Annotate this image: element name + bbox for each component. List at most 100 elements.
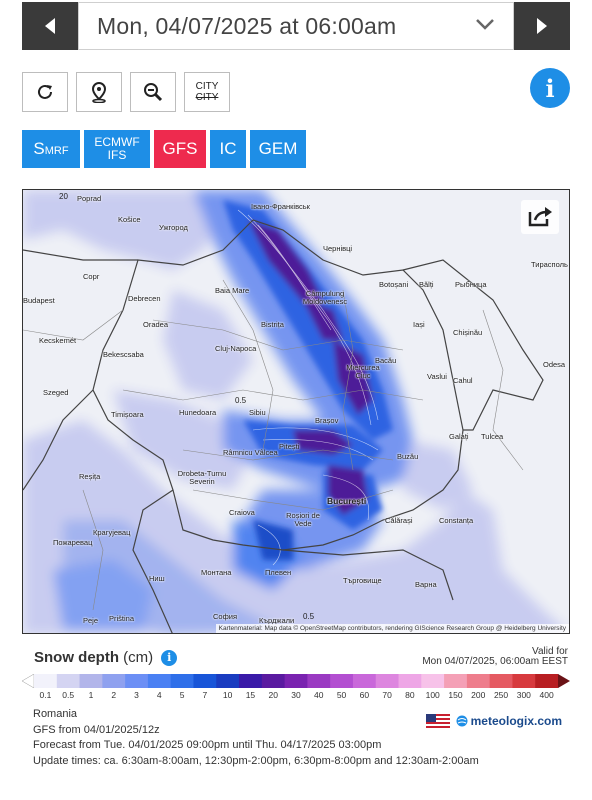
scale-swatch: [284, 674, 308, 688]
city-label: Râmnicu Vâlcea: [223, 448, 278, 457]
scale-swatch: [56, 674, 81, 688]
scale-swatch: [34, 674, 58, 688]
valid-for-value: Mon 04/07/2025, 06:00am EEST: [422, 656, 568, 667]
scale-tick-label: 20: [268, 690, 278, 700]
refresh-button[interactable]: [22, 72, 68, 112]
scale-tick-label: 200: [471, 690, 486, 700]
globe-icon: [456, 715, 468, 727]
contour-label: 0.5: [303, 612, 315, 621]
scale-swatch: [216, 674, 240, 688]
scale-swatch: [512, 674, 536, 688]
zoom-out-icon: [144, 83, 163, 102]
city-label: Hunedoara: [179, 408, 217, 417]
city-label: Roșiori de Vede: [286, 511, 320, 528]
city-label: Constanța: [439, 516, 474, 525]
city-label: Craiova: [229, 508, 255, 517]
city-label: Câmpulung Moldovenesc: [302, 289, 348, 306]
zoom-out-button[interactable]: [130, 72, 176, 112]
forecast-range-text: Forecast from Tue. 04/01/2025 09:00pm un…: [33, 739, 382, 751]
city-label: Tulcea: [481, 432, 504, 441]
snow-depth-map[interactable]: 20 0.5 0.5 Poprad Košice Ужгород Івано-Ф…: [22, 189, 570, 634]
scale-tick-label: 50: [336, 690, 347, 700]
date-select[interactable]: Mon, 04/07/2025 at 06:00am: [78, 2, 514, 50]
city-label: Чернівці: [323, 244, 353, 253]
meteologix-logo[interactable]: meteologix.com: [456, 714, 562, 728]
us-flag-icon[interactable]: [425, 714, 450, 728]
city-label: Priština: [109, 614, 135, 623]
model-run-text: GFS from 04/01/2025/12z: [33, 723, 160, 736]
city-label: Cahul: [453, 376, 473, 385]
model-tab-label: GEM: [258, 139, 298, 158]
model-tab-label-2: IFS: [107, 148, 127, 162]
city-label: Szeged: [43, 388, 69, 397]
forecast-info: Romania GFS from 04/01/2025/12z Forecast…: [33, 707, 479, 769]
model-tab-label: SMRF: [33, 139, 69, 158]
city-label: Drobeta-Turnu Severin: [177, 469, 227, 486]
scale-tick-label: 40: [314, 690, 324, 700]
city-label: Pitești: [279, 442, 300, 451]
city-label: București: [327, 496, 367, 506]
scale-swatch: [352, 674, 377, 688]
scale-tick-label: 2: [111, 690, 117, 700]
model-tab-smrf[interactable]: SMRF: [22, 130, 80, 168]
scale-tick-label: 80: [405, 690, 415, 700]
scale-tick-label: 400: [539, 690, 554, 700]
scale-swatch: [261, 674, 286, 688]
city-label: Botoșani: [379, 280, 409, 289]
city-label: Ниш: [149, 574, 165, 583]
city-label: Тирасполь: [531, 260, 568, 269]
model-tab-gem[interactable]: GEM: [250, 130, 306, 168]
model-tab-ecmwf[interactable]: ECMWF IFS: [84, 130, 150, 168]
scale-swatch: [535, 674, 559, 688]
city-label: Bacău: [375, 356, 397, 365]
scale-tick-label: 1: [88, 690, 94, 700]
model-tabs: SMRF ECMWF IFS GFS IC GEM: [22, 130, 306, 168]
scale-swatch: [489, 674, 513, 688]
model-tab-ic[interactable]: IC: [210, 130, 246, 168]
scale-tick-label: 70: [382, 690, 392, 700]
date-label: Mon, 04/07/2025 at 06:00am: [97, 12, 397, 39]
model-tab-label: GFS: [162, 139, 198, 158]
city-label: Cluj-Napoca: [215, 344, 257, 353]
valid-for: Valid for Mon 04/07/2025, 06:00am EEST: [422, 647, 568, 667]
map-canvas: [23, 190, 569, 633]
scale-tick-label: 100: [425, 690, 440, 700]
model-tab-gfs[interactable]: GFS: [154, 130, 206, 168]
legend-info-icon[interactable]: i: [161, 649, 178, 666]
scale-swatch: [193, 674, 217, 688]
legend-unit: (cm): [123, 649, 154, 666]
city-label: Oradea: [143, 320, 169, 329]
arrow-right-icon: [537, 18, 547, 34]
scale-swatch: [421, 674, 445, 688]
scale-swatch: [79, 674, 103, 688]
city-label: Baia Mare: [215, 286, 250, 295]
location-button[interactable]: [76, 72, 122, 112]
city-label: Košice: [118, 215, 141, 224]
city-label: Монтана: [201, 568, 232, 577]
scale-tick-label: 0.1: [39, 690, 52, 700]
scale-tick-label: 30: [291, 690, 301, 700]
city-label: Miercurea Ciuc: [346, 363, 380, 380]
map-attribution: Kartenmaterial: Map data © OpenStreetMap…: [215, 624, 569, 633]
previous-date-button[interactable]: [22, 2, 78, 50]
city-toggle-button[interactable]: CITY CITY: [184, 72, 230, 112]
city-label: Крагујевац: [93, 528, 131, 537]
city-label: Budapest: [23, 296, 55, 305]
city-label: Buzău: [397, 452, 419, 461]
city-label: София: [213, 612, 238, 621]
color-scale-ticks: 0.1 0.5 1 2 3 4 5 7 10 15 20 30 40 50 60 70 80 100 150 200 2…: [22, 690, 570, 702]
scale-swatch: [125, 674, 149, 688]
city-label: Chișinău: [453, 328, 483, 337]
map-toolbar: CITY CITY: [22, 72, 230, 112]
city-label: Варна: [415, 580, 437, 589]
city-label: Sibiu: [249, 408, 266, 417]
city-label-bottom: CITY: [195, 92, 219, 103]
next-date-button[interactable]: [514, 2, 570, 50]
scale-tick-label: 4: [156, 690, 162, 700]
legend-title: Snow depth (cm) i: [34, 649, 178, 666]
info-button[interactable]: i: [530, 68, 570, 108]
city-label: Сорг: [83, 272, 100, 281]
city-label-top: CITY: [195, 81, 219, 92]
share-button[interactable]: [521, 200, 559, 234]
city-label: Peje: [83, 616, 99, 625]
